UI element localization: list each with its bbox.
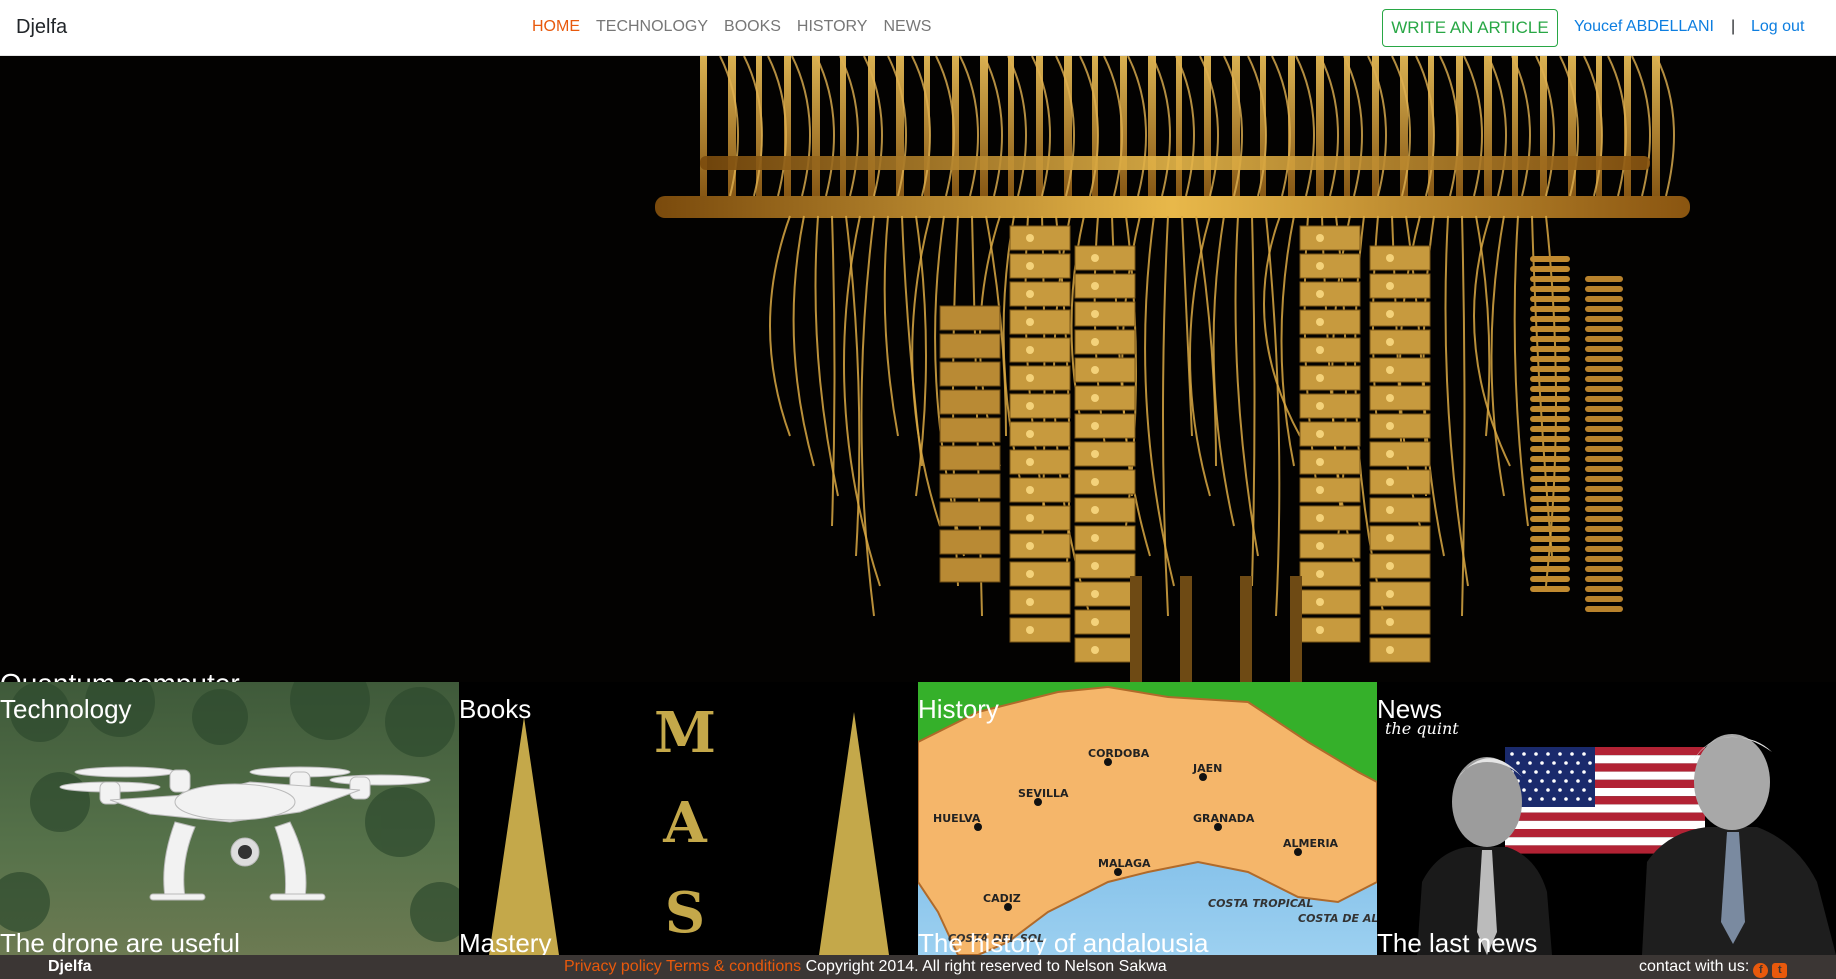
card-category: News <box>1377 694 1443 724</box>
copyright-text: Copyright 2014. All right reserved to Ne… <box>805 958 1167 975</box>
hero-title[interactable]: Quantum computer <box>0 668 240 682</box>
map-label: ALMERIA <box>1283 837 1339 850</box>
nav-news[interactable]: NEWS <box>883 18 931 36</box>
card-title[interactable]: The drone are useful <box>0 928 240 955</box>
card-title[interactable]: Mastery <box>459 928 551 955</box>
map-label: MALAGA <box>1098 857 1151 870</box>
nav-books[interactable]: BOOKS <box>724 18 781 36</box>
footer-brand[interactable]: Djelfa <box>48 958 92 976</box>
contact-label: contact with us: <box>1639 958 1750 975</box>
card-technology[interactable]: Technology The drone are useful <box>0 682 459 955</box>
write-article-button[interactable]: WRITE AN ARTICLE <box>1382 9 1558 47</box>
card-books[interactable]: M A S Books Mastery <box>459 682 918 955</box>
hero-banner[interactable]: Quantum computer <box>0 56 1836 682</box>
map-label: HUELVA <box>933 812 981 825</box>
logout-link[interactable]: Log out <box>1751 18 1804 36</box>
facebook-icon[interactable]: f <box>1753 963 1769 978</box>
cover-letter-a: A <box>662 790 708 856</box>
footer: Djelfa Privacy policy Terms & conditions… <box>0 955 1836 979</box>
map-label: COSTA DE ALMERIA <box>1298 912 1377 925</box>
nav-technology[interactable]: TECHNOLOGY <box>596 18 708 36</box>
top-navbar: Djelfa HOME TECHNOLOGY BOOKS HISTORY NEW… <box>0 0 1836 56</box>
nav-home[interactable]: HOME <box>532 18 580 36</box>
privacy-policy-link[interactable]: Privacy policy <box>564 958 662 975</box>
cover-letter-m: M <box>654 700 716 766</box>
map-label: COSTA TROPICAL <box>1208 897 1313 910</box>
card-category: History <box>918 694 999 724</box>
card-category: Technology <box>0 694 132 724</box>
twitter-icon[interactable]: t <box>1772 963 1788 978</box>
brand-logo[interactable]: Djelfa <box>16 16 67 39</box>
card-title[interactable]: The last news <box>1377 928 1537 955</box>
map-label: JAEN <box>1192 762 1222 775</box>
map-label: CADIZ <box>983 892 1021 905</box>
terms-link[interactable]: Terms & conditions <box>666 958 801 975</box>
card-history[interactable]: CORDOBA JAEN SEVILLA HUELVA GRANADA ALMERIA MA… <box>918 682 1377 955</box>
hero-image <box>655 56 1690 682</box>
card-news[interactable]: the quint News The last news <box>1377 682 1836 955</box>
category-cards: Technology The drone are useful M A S Bo… <box>0 682 1836 955</box>
map-label: SEVILLA <box>1018 787 1069 800</box>
footer-contact: contact with us: f t <box>1639 958 1788 978</box>
card-title[interactable]: The history of andalousia <box>918 928 1209 955</box>
user-profile-link[interactable]: Youcef ABDELLANI <box>1574 18 1714 36</box>
map-label: CORDOBA <box>1088 747 1150 760</box>
map-label: GRANADA <box>1193 812 1255 825</box>
nav-history[interactable]: HISTORY <box>797 18 868 36</box>
news-image: the quint <box>1377 682 1836 955</box>
footer-legal: Privacy policy Terms & conditions Copyri… <box>564 958 1167 976</box>
cover-letter-s: S <box>665 880 705 946</box>
card-category: Books <box>459 694 532 724</box>
nav-separator: | <box>1731 18 1736 35</box>
main-nav: HOME TECHNOLOGY BOOKS HISTORY NEWS <box>532 18 931 36</box>
